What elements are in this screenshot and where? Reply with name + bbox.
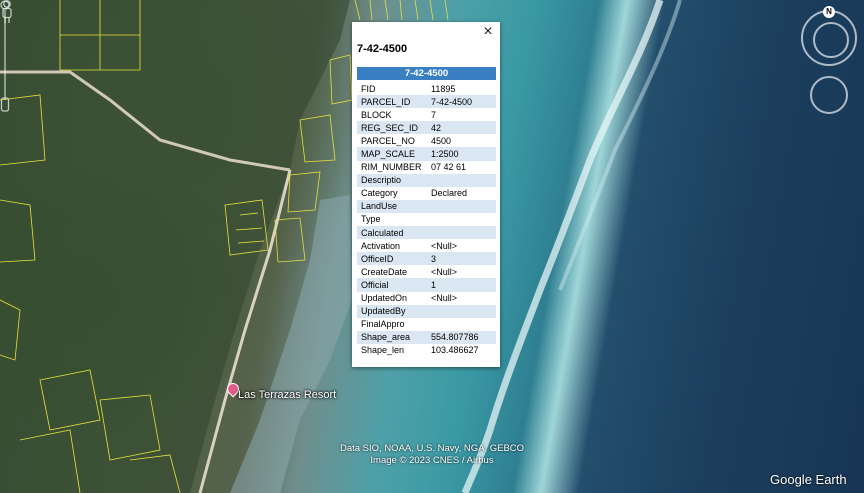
attribute-value xyxy=(427,212,496,227)
compass-inner-ring[interactable] xyxy=(813,22,849,58)
attribute-key: Descriptio xyxy=(357,173,427,187)
imagery-credits: Data SIO, NOAA, U.S. Navy, NGA, GEBCO Im… xyxy=(320,443,544,467)
attribute-row: PARCEL_NO 4500 xyxy=(357,134,496,148)
look-control[interactable] xyxy=(810,76,848,114)
attribute-key: REG_SEC_ID xyxy=(357,121,427,135)
attribute-value xyxy=(427,226,496,240)
zoom-slider[interactable] xyxy=(0,0,10,114)
attribute-value: 1 xyxy=(427,278,496,292)
close-icon[interactable]: × xyxy=(480,24,496,40)
attribute-row: MAP_SCALE 1:2500 xyxy=(357,147,496,161)
attribute-value xyxy=(427,173,496,187)
attribute-key: OfficeID xyxy=(357,252,427,266)
attribute-key: UpdatedBy xyxy=(357,304,427,318)
attribute-row: CreateDate <Null> xyxy=(357,265,496,279)
attribute-key: BLOCK xyxy=(357,108,427,122)
attribute-value: 7-42-4500 xyxy=(427,95,496,109)
popup-title: 7-42-4500 xyxy=(357,43,408,55)
attribute-value: Declared xyxy=(427,186,496,200)
attribute-value: <Null> xyxy=(427,291,496,305)
attribute-row: Category Declared xyxy=(357,186,496,200)
attribute-value xyxy=(427,304,496,318)
attribute-key: RIM_NUMBER xyxy=(357,160,427,174)
attribute-row: Official 1 xyxy=(357,278,496,292)
attribute-value: 07 42 61 xyxy=(427,160,496,174)
attribute-row: RIM_NUMBER 07 42 61 xyxy=(357,160,496,174)
attribute-row: BLOCK 7 xyxy=(357,108,496,122)
attribute-key: Shape_area xyxy=(357,330,427,344)
credit-line-image: Image © 2023 CNES / Airbus xyxy=(370,455,494,466)
attribute-value: 11895 xyxy=(427,82,496,96)
attribute-value: 7 xyxy=(427,108,496,122)
place-label[interactable]: Las Terrazas Resort xyxy=(238,389,336,401)
attribute-key: UpdatedOn xyxy=(357,291,427,305)
attribute-value: 1:2500 xyxy=(427,147,496,161)
attribute-value xyxy=(427,199,496,213)
attribute-value: 42 xyxy=(427,121,496,135)
attribute-key: Activation xyxy=(357,239,427,253)
attribute-row: OfficeID 3 xyxy=(357,252,496,266)
attribute-row: PARCEL_ID 7-42-4500 xyxy=(357,95,496,109)
attribute-value: 3 xyxy=(427,252,496,266)
attribute-key: PARCEL_NO xyxy=(357,134,427,148)
attribute-row: UpdatedBy xyxy=(357,304,496,318)
attribute-key: Category xyxy=(357,186,427,200)
attribute-key: PARCEL_ID xyxy=(357,95,427,109)
attribute-value: <Null> xyxy=(427,265,496,279)
attribute-row: Shape_area 554.807786 xyxy=(357,330,496,344)
attribute-key: FID xyxy=(357,82,427,96)
attribute-value: 4500 xyxy=(427,134,496,148)
attribute-value: 103.486627 xyxy=(427,343,496,357)
attribute-key: LandUse xyxy=(357,199,427,213)
google-earth-logo: Google Earth xyxy=(770,472,847,487)
attribute-row: Descriptio xyxy=(357,173,496,187)
attribute-row: FinalAppro xyxy=(357,317,496,331)
attribute-key: Type xyxy=(357,212,427,227)
attribute-key: Shape_len xyxy=(357,343,427,357)
attribute-table: FID 11895 PARCEL_ID 7-42-4500 BLOCK 7 REG_SEC_… xyxy=(357,82,496,357)
attribute-row: Shape_len 103.486627 xyxy=(357,343,496,357)
attribute-key: FinalAppro xyxy=(357,317,427,331)
attribute-table-header: 7-42-4500 xyxy=(357,67,496,80)
credit-line-data: Data SIO, NOAA, U.S. Navy, NGA, GEBCO xyxy=(339,443,525,454)
attribute-key: MAP_SCALE xyxy=(357,147,427,161)
attribute-row: Activation <Null> xyxy=(357,239,496,253)
attribute-row: Type xyxy=(357,212,496,227)
attribute-value: <Null> xyxy=(427,239,496,253)
attribute-row: REG_SEC_ID 42 xyxy=(357,121,496,135)
attribute-value xyxy=(427,317,496,331)
compass-ring[interactable] xyxy=(801,10,857,66)
attribute-value: 554.807786 xyxy=(427,330,496,344)
attribute-row: FID 11895 xyxy=(357,82,496,96)
attribute-row: LandUse xyxy=(357,199,496,213)
attribute-key: Official xyxy=(357,278,427,292)
attribute-key: CreateDate xyxy=(357,265,427,279)
attribute-row: Calculated xyxy=(357,226,496,240)
parcel-info-popup: × 7-42-4500 7-42-4500 FID 11895 PARCEL_ID 7… xyxy=(352,22,500,367)
attribute-key: Calculated xyxy=(357,226,427,240)
attribute-row: UpdatedOn <Null> xyxy=(357,291,496,305)
north-indicator[interactable]: N xyxy=(823,6,835,18)
